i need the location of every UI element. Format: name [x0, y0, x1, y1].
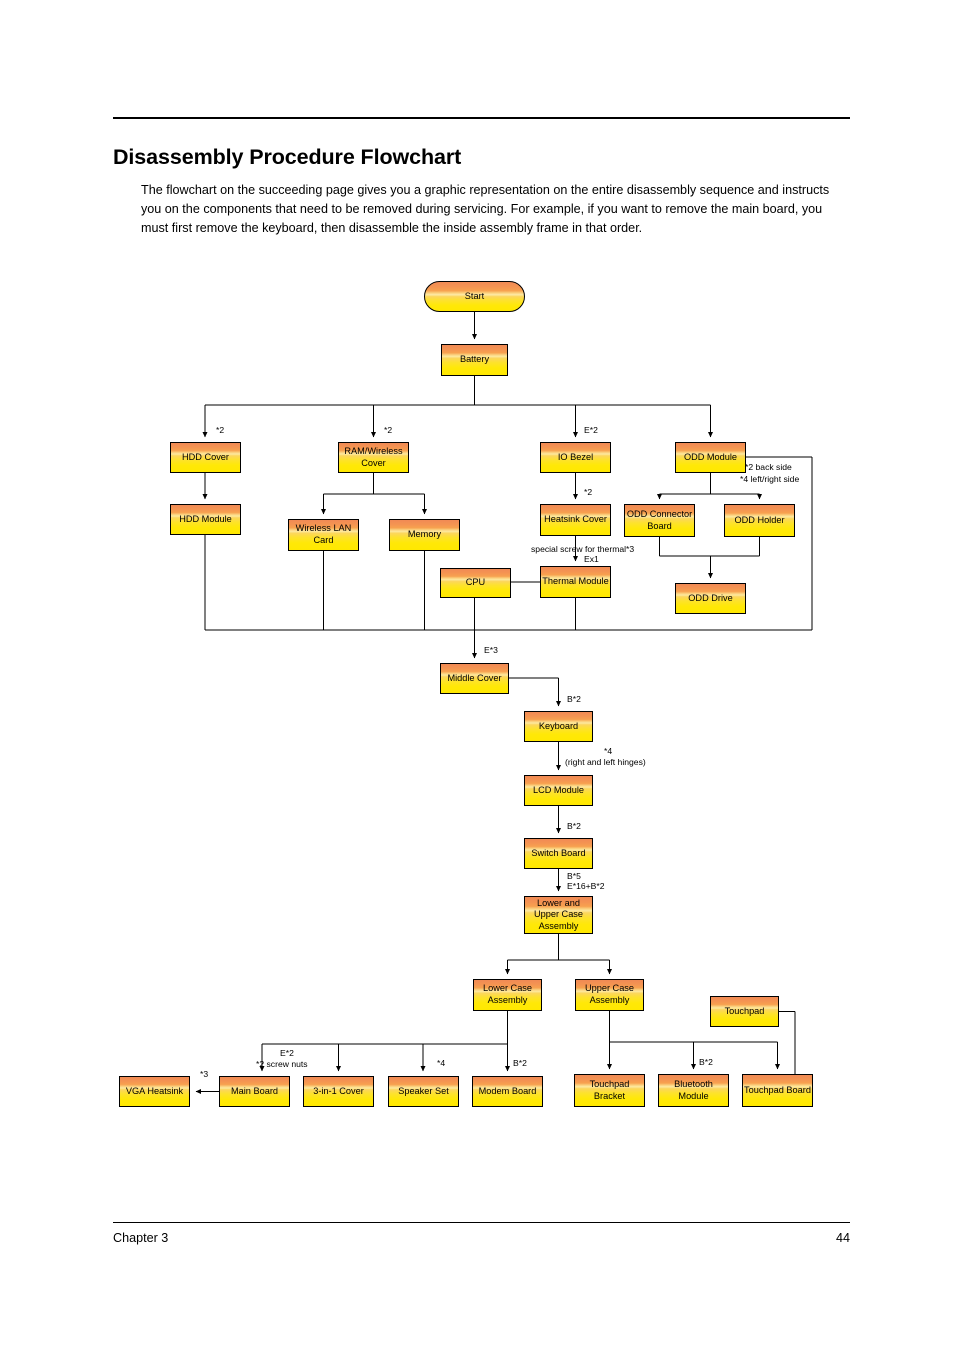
flow-node-label: Battery [459, 354, 490, 365]
annotation-odd-module-left-right-side: *4 left/right side [740, 474, 800, 484]
flow-node-label: VGA Heatsink [125, 1085, 184, 1096]
annotation-io-bezel-screws: E*2 [584, 425, 598, 435]
annotation-keyboard-screws: B*2 [567, 694, 581, 704]
flow-node-thermal-module[interactable]: Thermal Module [540, 566, 611, 598]
flow-node-label: HDD Module [179, 513, 232, 524]
flow-node-label: Memory [407, 529, 442, 540]
flow-node-label: Middle Cover [447, 672, 502, 683]
flow-node-label: Touchpad [724, 1005, 765, 1016]
flow-node-label: 3-in-1 Cover [313, 1085, 364, 1096]
flow-node-io-bezel[interactable]: IO Bezel [540, 442, 611, 473]
flow-node-label: Lower Case Assembly [482, 983, 533, 1005]
flow-node-lcd-module[interactable]: LCD Module [524, 775, 593, 806]
flow-node-modem-board[interactable]: Modem Board [472, 1076, 543, 1107]
flow-node-main-board[interactable]: Main Board [219, 1076, 290, 1107]
flow-node-lower-case-assembly[interactable]: Lower Case Assembly [473, 979, 542, 1011]
flow-node-label: Lower and Upper Case Assembly [533, 897, 584, 931]
flow-node-keyboard[interactable]: Keyboard [524, 711, 593, 742]
flow-node-start[interactable]: Start [424, 281, 525, 312]
flow-node-ram-wireless-cover[interactable]: RAM/Wireless Cover [338, 442, 409, 473]
annotation-bluetooth-screws: B*2 [699, 1057, 713, 1067]
flow-node-cpu[interactable]: CPU [440, 568, 511, 598]
document-page: Disassembly Procedure Flowchart The flow… [0, 0, 954, 1351]
flow-node-label: Touchpad Board [744, 1084, 811, 1095]
annotation-heatsink-cover-screws: *2 [584, 487, 593, 497]
footer-chapter-label: Chapter 3 [113, 1231, 169, 1245]
flow-node-touchpad[interactable]: Touchpad [710, 996, 779, 1027]
annotation-case-screws-b5: B*5 [567, 871, 581, 881]
flow-node-label: Wireless LAN Card [295, 523, 352, 545]
flow-node-lower-upper-case-assembly[interactable]: Lower and Upper Case Assembly [524, 896, 593, 934]
flow-node-wireless-lan-card[interactable]: Wireless LAN Card [288, 519, 359, 551]
flow-node-upper-case-assembly[interactable]: Upper Case Assembly [575, 979, 644, 1011]
flow-node-odd-holder[interactable]: ODD Holder [724, 504, 795, 537]
flow-node-switch-board[interactable]: Switch Board [524, 838, 593, 869]
annotation-thermal-ex1: Ex1 [584, 554, 599, 564]
flow-node-middle-cover[interactable]: Middle Cover [440, 663, 509, 694]
annotation-speaker-set-screws: *4 [437, 1058, 446, 1068]
flow-node-label: ODD Module [683, 451, 738, 462]
flow-node-memory[interactable]: Memory [389, 519, 460, 551]
flow-node-speaker-set[interactable]: Speaker Set [388, 1076, 459, 1107]
flow-node-label: Speaker Set [398, 1085, 449, 1096]
flow-node-label: Switch Board [531, 847, 586, 858]
annotation-lcd-hinge-count: *4 [604, 746, 613, 756]
annotation-case-screws-e16: E*16+B*2 [567, 881, 605, 891]
flow-node-hdd-module[interactable]: HDD Module [170, 504, 241, 535]
flow-node-label: ODD Connector Board [626, 508, 693, 531]
footer-divider [113, 1222, 850, 1223]
annotation-middle-cover-screws: E*3 [484, 645, 498, 655]
flow-node-label: Heatsink Cover [544, 514, 607, 525]
annotation-main-board-screws: E*2 [280, 1048, 294, 1058]
flow-node-heatsink-cover[interactable]: Heatsink Cover [540, 504, 611, 536]
flow-node-3-in-1-cover[interactable]: 3-in-1 Cover [303, 1076, 374, 1107]
flow-node-touchpad-bracket[interactable]: Touchpad Bracket [574, 1074, 645, 1107]
flow-node-odd-connector-board[interactable]: ODD Connector Board [624, 504, 695, 537]
flow-node-label: RAM/Wireless Cover [344, 445, 403, 468]
flow-node-battery[interactable]: Battery [441, 344, 508, 376]
flow-node-label: LCD Module [532, 784, 585, 795]
annotation-thermal-special-screw: special screw for thermal*3 [531, 544, 635, 554]
flow-node-hdd-cover[interactable]: HDD Cover [170, 442, 241, 473]
annotation-hdd-cover-screws: *2 [216, 425, 225, 435]
annotation-switch-board-screws: B*2 [567, 821, 581, 831]
annotation-odd-module-back-side: *2 back side [745, 462, 792, 472]
flow-node-odd-module[interactable]: ODD Module [675, 442, 746, 473]
annotation-main-board-nuts: *2 screw nuts [256, 1059, 308, 1069]
flow-node-label: ODD Drive [688, 592, 733, 603]
flow-node-label: Start [464, 290, 485, 301]
flow-node-touchpad-board[interactable]: Touchpad Board [742, 1074, 813, 1107]
footer-page-number: 44 [835, 1231, 850, 1245]
flow-node-label: ODD Holder [734, 514, 785, 525]
flow-node-label: Modem Board [478, 1085, 537, 1096]
flow-node-label: Touchpad Bracket [589, 1078, 630, 1101]
flow-node-odd-drive[interactable]: ODD Drive [675, 583, 746, 614]
flow-node-bluetooth-module[interactable]: Bluetooth Module [658, 1074, 729, 1107]
flow-node-label: IO Bezel [557, 451, 594, 462]
flow-node-label: Main Board [231, 1085, 278, 1096]
flow-node-label: Thermal Module [542, 576, 609, 587]
annotation-modem-board-screws: B*2 [513, 1058, 527, 1068]
annotation-ram-cover-screws: *2 [384, 425, 393, 435]
flow-node-label: Keyboard [538, 720, 579, 731]
flow-node-label: Upper Case Assembly [584, 983, 635, 1005]
disassembly-flowchart: Start Battery HDD Cover HDD Module RAM/W… [0, 0, 954, 1351]
annotation-vga-heatsink-screws: *3 [200, 1069, 209, 1079]
flow-node-vga-heatsink[interactable]: VGA Heatsink [119, 1076, 190, 1107]
flow-node-label: Bluetooth Module [674, 1078, 713, 1101]
flow-node-label: CPU [465, 577, 486, 588]
flow-node-label: HDD Cover [182, 451, 229, 462]
annotation-lcd-hinge-note: (right and left hinges) [565, 757, 646, 767]
